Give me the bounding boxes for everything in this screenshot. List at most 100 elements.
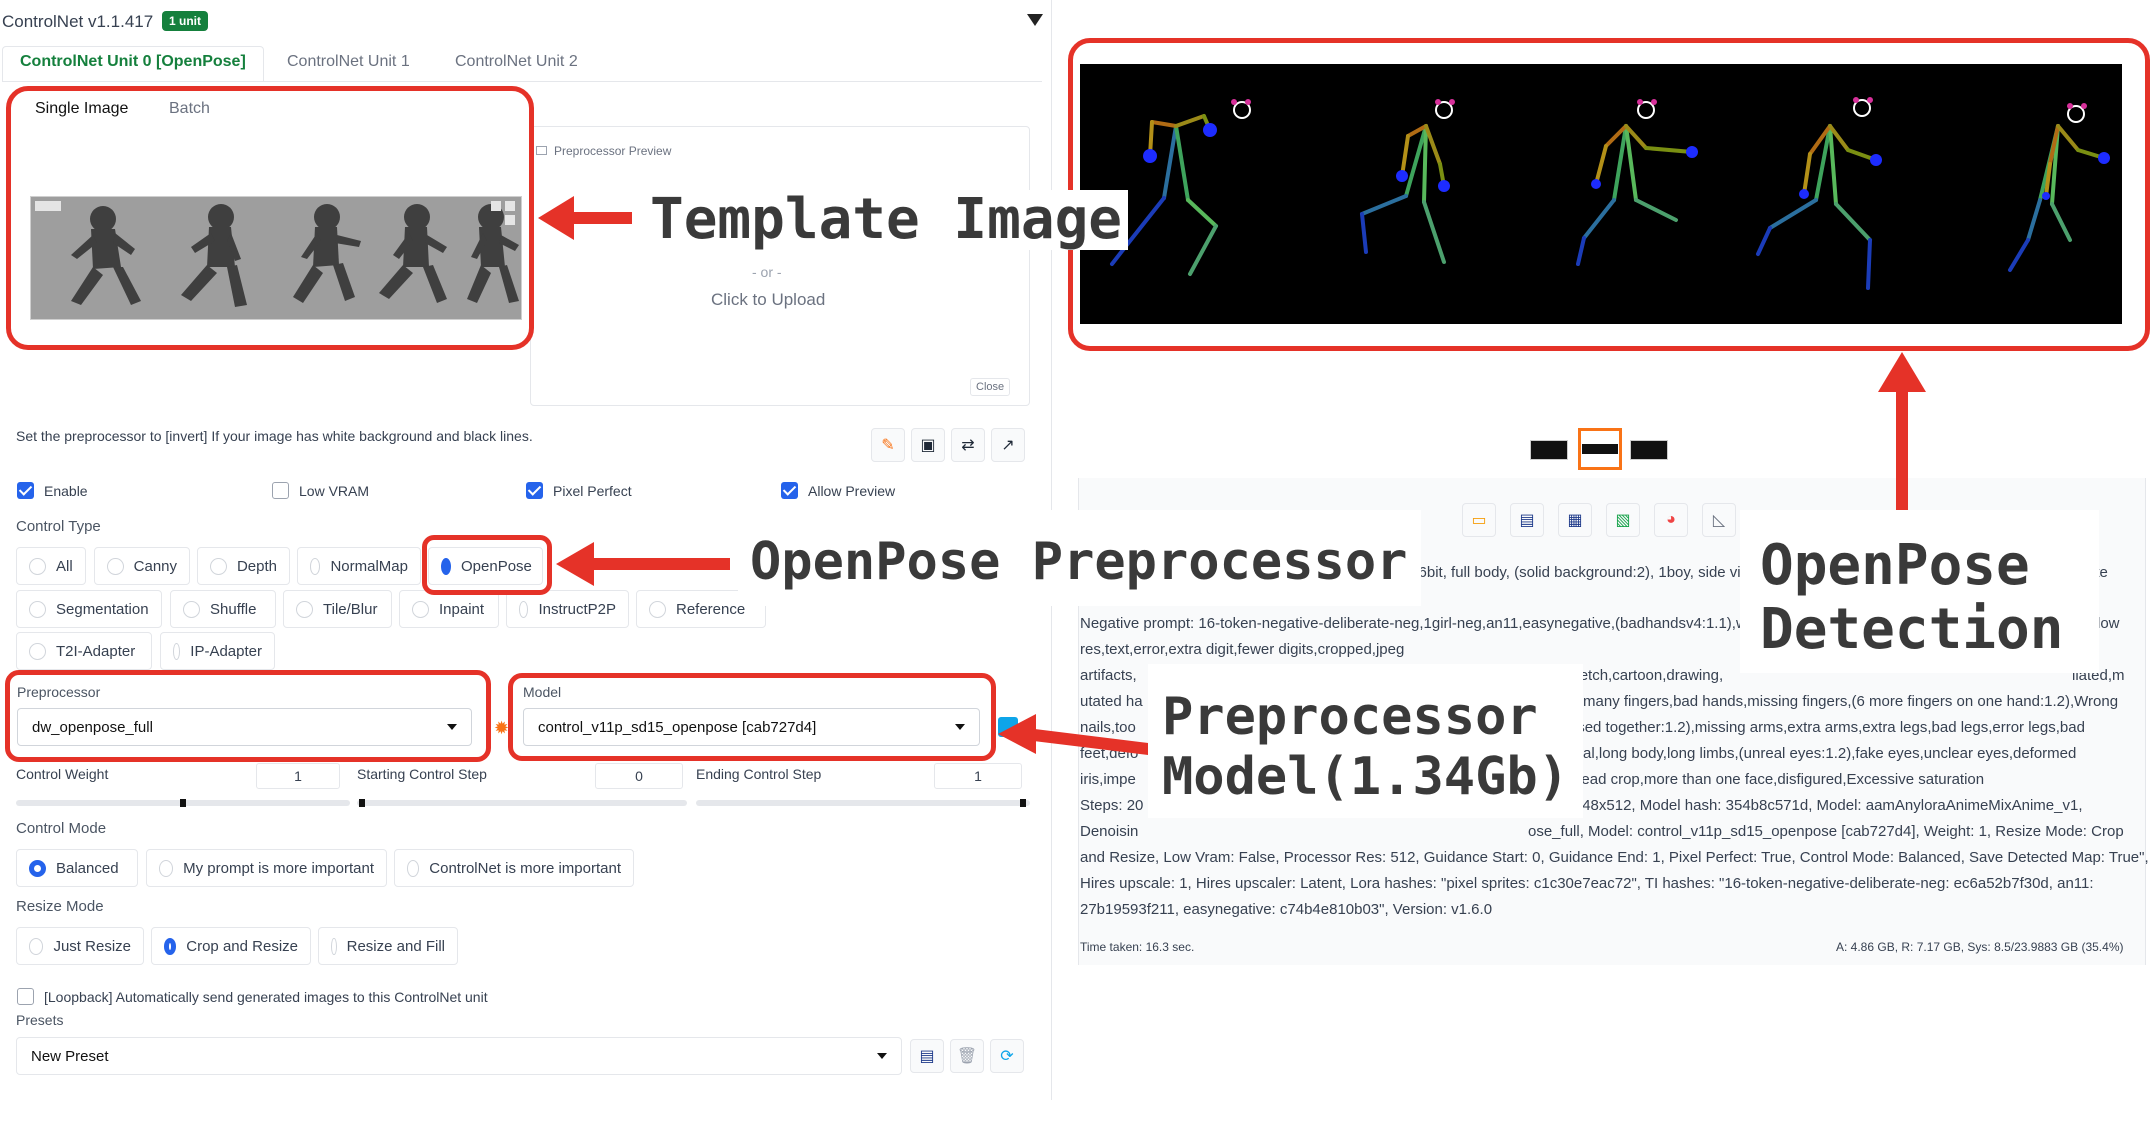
- model-callout: Preprocessor Model(1.34Gb): [1148, 664, 1583, 818]
- control-type-segmentation[interactable]: Segmentation: [16, 590, 162, 628]
- run-preprocessor-icon[interactable]: ✹: [494, 718, 509, 739]
- control-type-canny[interactable]: Canny: [94, 547, 190, 585]
- openpose-option-highlight: [422, 535, 552, 595]
- tab-divider: [2, 81, 1042, 82]
- chevron-down-icon: [877, 1053, 887, 1059]
- info-line-3: artifacts,: [1080, 667, 1137, 684]
- info-line-5m: ands fused together:1.2),missing arms,ex…: [1528, 719, 2085, 736]
- detection-callout-line-1: OpenPose: [1760, 533, 2030, 598]
- low-vram-checkbox[interactable]: Low VRAM: [272, 482, 369, 499]
- control-mode-label: Control Mode: [16, 820, 107, 837]
- send-to-inpaint-icon[interactable]: ◕: [1654, 503, 1688, 537]
- template-arrow-head: [538, 196, 574, 240]
- info-line-8: Steps: 20: [1080, 797, 1144, 814]
- info-line-10: and Resize, Low Vram: False, Processor R…: [1080, 849, 2149, 866]
- control-type-t2i-adapter[interactable]: T2I-Adapter: [16, 632, 152, 670]
- info-line-7: iris,impe: [1080, 771, 1136, 788]
- control-weight-slider[interactable]: [16, 799, 350, 807]
- model-highlight: [508, 673, 996, 761]
- camera-icon[interactable]: ▣: [911, 428, 945, 462]
- detection-highlight: [1068, 38, 2150, 351]
- send-to-extras-icon[interactable]: ◺: [1702, 503, 1736, 537]
- control-type-label: Control Type: [16, 518, 101, 535]
- thumbnail-2[interactable]: [1578, 428, 1622, 470]
- open-folder-icon[interactable]: ▭: [1462, 503, 1496, 537]
- control-mode-controlnet[interactable]: ControlNet is more important: [394, 849, 634, 887]
- edit-icon[interactable]: ✎: [871, 428, 905, 462]
- save-preset-icon[interactable]: ▤: [910, 1039, 944, 1073]
- info-line-2: res,text,error,extra digit,fewer digits,…: [1080, 641, 1405, 658]
- loopback-checkbox[interactable]: [Loopback] Automatically send generated …: [17, 988, 488, 1005]
- detection-arrow-head: [1878, 352, 1926, 392]
- thumbnail-2-image: [1582, 444, 1618, 454]
- tab-unit-0-label: ControlNet Unit 0 [OpenPose]: [20, 53, 246, 70]
- starting-step-slider[interactable]: [357, 799, 687, 807]
- ending-step-knob[interactable]: [1020, 799, 1026, 807]
- control-mode-prompt[interactable]: My prompt is more important: [146, 849, 387, 887]
- click-to-upload[interactable]: Click to Upload: [711, 290, 825, 310]
- preview-icon: [536, 146, 547, 155]
- allow-preview-check-icon: [781, 482, 798, 499]
- control-weight-knob[interactable]: [180, 799, 186, 807]
- presets-select[interactable]: New Preset: [16, 1037, 902, 1075]
- detection-arrow-shaft: [1896, 390, 1908, 510]
- model-callout-line-1: Preprocessor: [1162, 687, 1538, 747]
- ending-step-label: Ending Control Step: [696, 766, 822, 782]
- zip-icon[interactable]: ▦: [1558, 503, 1592, 537]
- upload-or: - or -: [752, 264, 782, 280]
- starting-step-knob[interactable]: [359, 799, 365, 807]
- control-type-depth[interactable]: Depth: [197, 547, 290, 585]
- loopback-check-icon: [17, 988, 34, 1005]
- info-line-4m: 1.2),too many fingers,bad hands,missing …: [1528, 693, 2119, 710]
- control-weight-input[interactable]: 1: [256, 763, 340, 789]
- openpose-arrow-shaft: [592, 558, 730, 570]
- panel-title: ControlNet v1.1.417: [2, 12, 154, 31]
- control-mode-balanced[interactable]: Balanced: [16, 849, 138, 887]
- thumbnail-1[interactable]: [1530, 440, 1568, 460]
- pixel-perfect-check-icon: [526, 482, 543, 499]
- send-to-img2img-icon[interactable]: ▧: [1606, 503, 1640, 537]
- detection-callout-line-2: Detection: [1760, 597, 2064, 663]
- refresh-preset-icon[interactable]: ⟳: [990, 1039, 1024, 1073]
- info-line-11: Hires upscale: 1, Hires upscaler: Latent…: [1080, 875, 2094, 892]
- info-line-8m: Size: 2048x512, Model hash: 354b8c571d, …: [1528, 797, 2083, 814]
- close-button[interactable]: Close: [970, 378, 1011, 396]
- memory-usage: A: 4.86 GB, R: 7.17 GB, Sys: 8.5/23.9883…: [1836, 940, 2124, 954]
- resize-mode-just-resize[interactable]: Just Resize: [16, 927, 144, 965]
- enable-check-icon: [17, 482, 34, 499]
- info-line-1: Negative prompt: 16-token-negative-delib…: [1080, 615, 1747, 632]
- ending-step-input[interactable]: 1: [934, 763, 1022, 789]
- control-type-all[interactable]: All: [16, 547, 86, 585]
- info-line-9m: ose_full, Model: control_v11p_sd15_openp…: [1528, 823, 2124, 840]
- preprocessor-highlight: [5, 670, 491, 762]
- control-type-normalmap[interactable]: NormalMap: [297, 547, 421, 585]
- ending-step-slider[interactable]: [696, 799, 1030, 807]
- tab-unit-1[interactable]: ControlNet Unit 1: [287, 53, 410, 71]
- openpose-preprocessor-callout: OpenPose Preprocessor: [738, 510, 1422, 606]
- template-image-callout: Template Image: [644, 190, 1129, 250]
- collapse-toggle-icon[interactable]: [1027, 14, 1043, 26]
- info-line-6m: ,abnormal,long body,long limbs,(unreal e…: [1528, 745, 2077, 762]
- swap-icon[interactable]: ⇄: [951, 428, 985, 462]
- resize-mode-crop-and-resize[interactable]: Crop and Resize: [151, 927, 311, 965]
- control-type-ip-adapter[interactable]: IP-Adapter: [160, 632, 275, 670]
- starting-step-input[interactable]: 0: [595, 763, 683, 789]
- info-line-0: bit, 16bit, full body, (solid background…: [1386, 564, 1780, 581]
- save-icon[interactable]: ▤: [1510, 503, 1544, 537]
- openpose-arrow-head: [556, 542, 594, 586]
- allow-preview-checkbox[interactable]: Allow Preview: [781, 482, 895, 499]
- resize-mode-resize-and-fill[interactable]: Resize and Fill: [318, 927, 458, 965]
- tab-unit-2[interactable]: ControlNet Unit 2: [455, 53, 578, 71]
- thumbnail-3[interactable]: [1630, 440, 1668, 460]
- control-type-inpaint[interactable]: Inpaint: [399, 590, 499, 628]
- control-type-instructp2p[interactable]: InstructP2P: [506, 590, 629, 628]
- presets-label: Presets: [16, 1012, 64, 1028]
- send-dimensions-icon[interactable]: ↗: [991, 428, 1025, 462]
- control-type-tile-blur[interactable]: Tile/Blur: [283, 590, 392, 628]
- pixel-perfect-checkbox[interactable]: Pixel Perfect: [526, 482, 632, 499]
- info-line-9: Denoisin: [1080, 823, 1139, 840]
- control-type-shuffle[interactable]: Shuffle: [170, 590, 276, 628]
- delete-preset-icon[interactable]: 🗑: [950, 1039, 984, 1073]
- low-vram-check-icon: [272, 482, 289, 499]
- enable-checkbox[interactable]: Enable: [17, 482, 88, 499]
